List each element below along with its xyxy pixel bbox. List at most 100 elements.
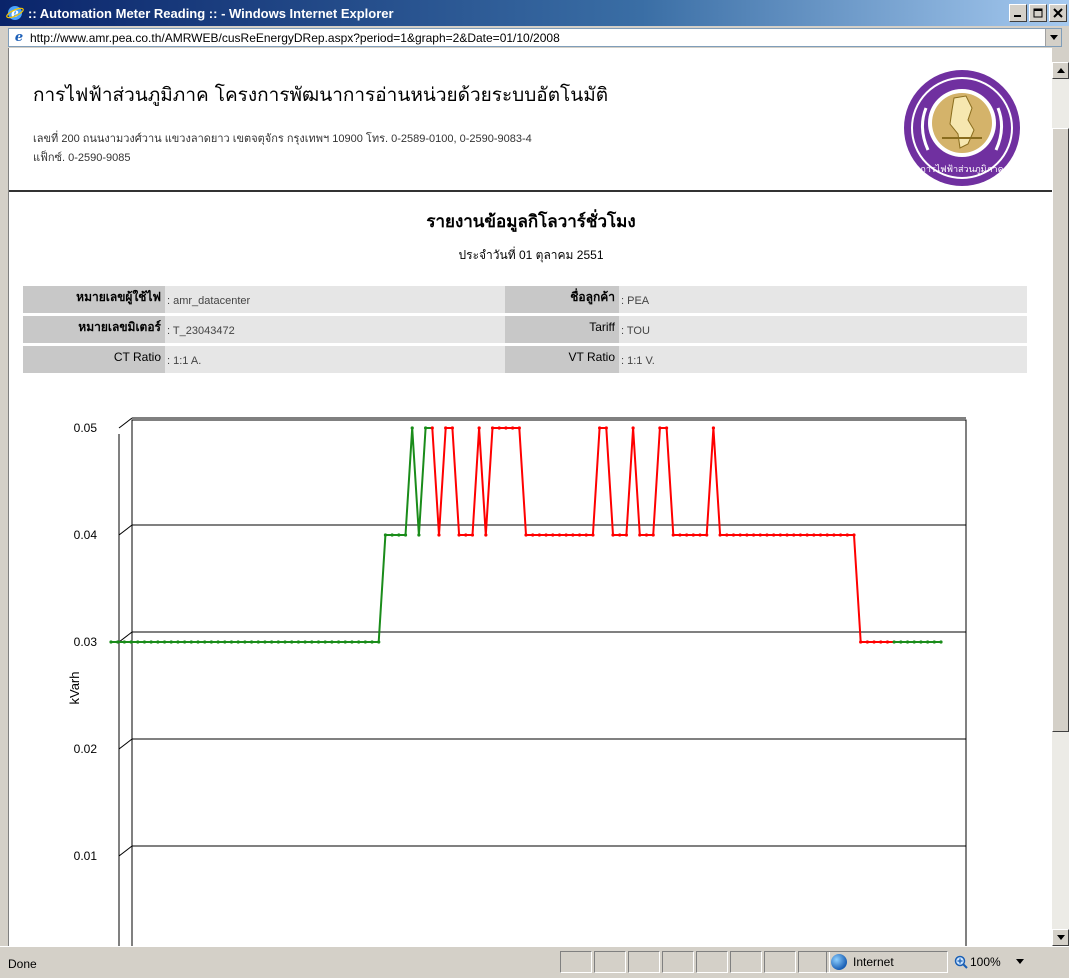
data-point bbox=[812, 533, 816, 537]
data-point bbox=[785, 533, 789, 537]
y-tick-label: 0.02 bbox=[74, 742, 98, 756]
data-point bbox=[691, 533, 695, 537]
vt-ratio-value: : 1:1 V. bbox=[619, 346, 1027, 373]
data-point bbox=[196, 640, 200, 644]
security-zone[interactable]: Internet bbox=[826, 951, 948, 973]
data-point bbox=[531, 533, 535, 537]
data-point bbox=[611, 533, 615, 537]
page-content[interactable]: การไฟฟ้าส่วนภูมิภาค โครงการพัฒนาการอ่านห… bbox=[8, 48, 1052, 946]
data-point bbox=[296, 640, 301, 644]
address-bar: e http://www.amr.pea.co.th/AMRWEB/cusReE… bbox=[0, 26, 1069, 48]
org-address: เลขที่ 200 ถนนงามวงศ์วาน แขวงลาดยาว เขตจ… bbox=[33, 130, 532, 168]
data-point bbox=[437, 533, 441, 537]
data-point bbox=[664, 426, 669, 430]
data-point bbox=[403, 533, 408, 537]
info-row: หมายเลขผู้ใช้ไฟ : amr_datacenter ชื่อลูก… bbox=[23, 286, 1027, 313]
data-point bbox=[397, 533, 401, 537]
logo-text: การไฟฟ้าส่วนภูมิภาค bbox=[920, 164, 1003, 175]
data-point bbox=[423, 426, 428, 430]
data-point bbox=[571, 533, 575, 537]
data-point bbox=[209, 640, 214, 644]
data-point bbox=[865, 640, 869, 644]
minimize-button[interactable] bbox=[1009, 4, 1027, 22]
status-panels bbox=[560, 951, 832, 973]
y-tick-label: 0.04 bbox=[74, 528, 98, 542]
scroll-thumb[interactable] bbox=[1052, 128, 1069, 732]
zoom-level: 100% bbox=[970, 955, 1001, 969]
data-point bbox=[162, 640, 167, 644]
data-point bbox=[859, 640, 863, 644]
data-point bbox=[557, 533, 562, 537]
report-date: ประจำวันที่ 01 ตุลาคม 2551 bbox=[458, 248, 604, 262]
data-point bbox=[885, 640, 890, 644]
vertical-scrollbar[interactable] bbox=[1052, 62, 1069, 946]
data-point bbox=[805, 533, 809, 537]
url-text[interactable]: http://www.amr.pea.co.th/AMRWEB/cusReEne… bbox=[30, 31, 1045, 45]
data-point bbox=[551, 533, 555, 537]
tariff-label: Tariff bbox=[505, 316, 619, 343]
grid-line-depth bbox=[118, 524, 133, 536]
header-divider bbox=[9, 190, 1052, 192]
customer-id-label: หมายเลขผู้ใช้ไฟ bbox=[23, 286, 165, 313]
url-field[interactable]: e http://www.amr.pea.co.th/AMRWEB/cusReE… bbox=[8, 28, 1062, 47]
data-point bbox=[417, 533, 421, 537]
data-point bbox=[504, 426, 508, 430]
pea-logo-icon: การไฟฟ้าส่วนภูมิภาค bbox=[904, 70, 1020, 186]
data-point bbox=[544, 533, 548, 537]
data-point bbox=[263, 640, 267, 644]
status-panel bbox=[662, 951, 694, 973]
close-button[interactable] bbox=[1049, 4, 1067, 22]
zone-label: Internet bbox=[853, 955, 894, 969]
data-point bbox=[323, 640, 327, 644]
tariff-value: : TOU bbox=[619, 316, 1027, 343]
data-point bbox=[363, 640, 367, 644]
data-point bbox=[109, 640, 113, 644]
info-row: หมายเลขมิเตอร์ : T_23043472 Tariff : TOU bbox=[23, 316, 1027, 343]
data-point bbox=[256, 640, 260, 644]
data-point bbox=[511, 426, 515, 430]
data-point bbox=[129, 640, 133, 644]
data-point bbox=[370, 640, 374, 644]
data-point bbox=[671, 533, 675, 537]
data-point bbox=[116, 640, 120, 644]
data-point bbox=[725, 533, 729, 537]
data-point bbox=[136, 640, 140, 644]
data-point bbox=[772, 533, 776, 537]
zoom-control[interactable]: 100% bbox=[954, 951, 1044, 973]
data-point bbox=[243, 640, 247, 644]
data-point bbox=[410, 426, 414, 430]
data-point bbox=[598, 426, 602, 430]
kvarh-line-chart: 0.05 0.04 0.03 0.02 0.01 kVarh bbox=[67, 417, 967, 946]
data-point bbox=[644, 533, 649, 537]
data-point bbox=[203, 640, 207, 644]
data-point bbox=[738, 533, 742, 537]
plot-area bbox=[131, 419, 967, 946]
y-tick-label: 0.01 bbox=[74, 849, 98, 863]
data-point bbox=[430, 426, 434, 430]
data-point bbox=[270, 640, 274, 644]
address-dropdown-button[interactable] bbox=[1045, 29, 1061, 46]
data-point bbox=[450, 426, 454, 430]
data-point bbox=[825, 533, 829, 537]
status-panel bbox=[730, 951, 762, 973]
data-point bbox=[249, 640, 254, 644]
grid-line-depth bbox=[118, 845, 133, 857]
status-panel bbox=[628, 951, 660, 973]
data-point bbox=[350, 640, 354, 644]
data-point bbox=[229, 640, 234, 644]
window-title: :: Automation Meter Reading :: - Windows… bbox=[28, 5, 394, 21]
scroll-up-button[interactable] bbox=[1052, 62, 1069, 79]
data-point bbox=[336, 640, 341, 644]
data-point bbox=[872, 640, 876, 644]
data-point bbox=[290, 640, 294, 644]
arrow-down-icon bbox=[1056, 934, 1065, 940]
scroll-down-button[interactable] bbox=[1052, 929, 1069, 946]
data-point bbox=[343, 640, 347, 644]
minimize-icon bbox=[1014, 15, 1021, 17]
data-point bbox=[564, 533, 568, 537]
maximize-button[interactable] bbox=[1029, 4, 1047, 22]
page-icon: e bbox=[14, 29, 24, 45]
data-point bbox=[377, 640, 381, 644]
fax-line: แฟ็กซ์. 0-2590-9085 bbox=[33, 152, 131, 164]
data-point bbox=[497, 426, 501, 430]
